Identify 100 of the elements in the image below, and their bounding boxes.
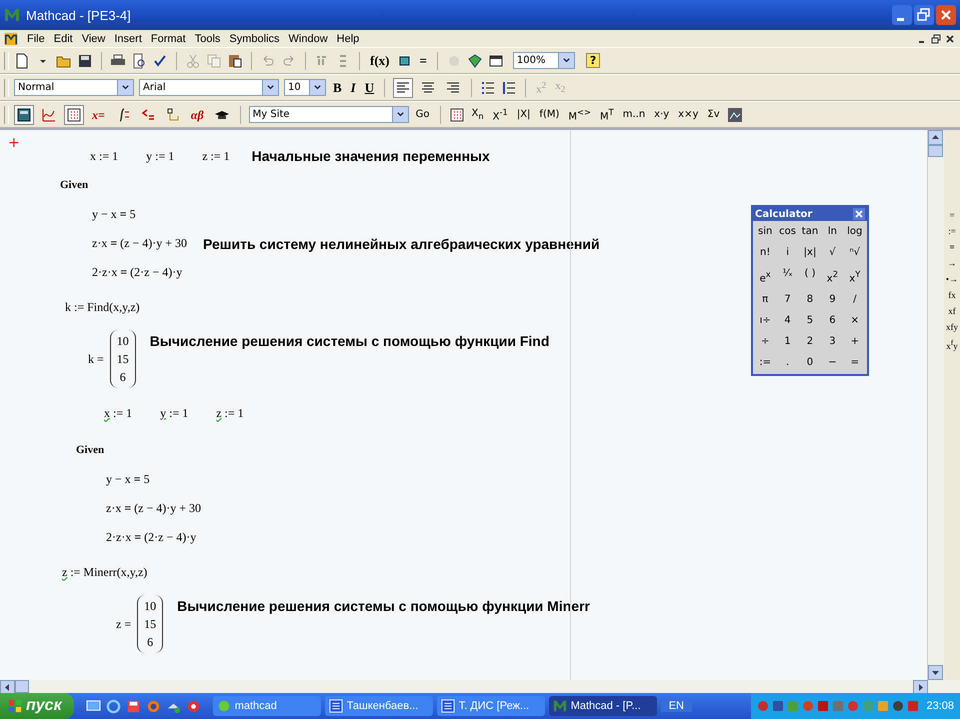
assignment[interactable]: x := 1 [104, 406, 132, 420]
close-button[interactable] [853, 208, 865, 220]
menu-item[interactable]: Format [150, 32, 186, 44]
tray-icon[interactable] [892, 700, 904, 712]
calculator-key[interactable]: n! [754, 245, 776, 261]
calculator-key[interactable]: ⁿ√ [844, 245, 866, 261]
document-logo-icon[interactable] [4, 32, 18, 46]
menu-item[interactable]: Window [288, 32, 328, 44]
matrix-icon[interactable] [448, 106, 465, 122]
given-keyword[interactable]: Given [76, 444, 104, 456]
calculator-key[interactable]: := [754, 355, 776, 372]
vertical-scrollbar[interactable] [927, 130, 944, 680]
calculator-key[interactable]: sin [754, 224, 776, 240]
browser-icon[interactable] [106, 698, 121, 714]
evaluation-button[interactable]: •→ [946, 274, 958, 284]
calculator-key[interactable]: 3 [821, 334, 844, 350]
evaluation-button[interactable]: xf [948, 306, 956, 316]
evaluation-button[interactable]: xfy [946, 322, 958, 332]
scroll-up-button[interactable] [928, 130, 943, 145]
go-button[interactable]: Go [414, 106, 432, 124]
solve-definition[interactable]: z := Minerr(x,y,z) [62, 564, 148, 580]
horizontal-scrollbar[interactable] [0, 680, 960, 693]
calculator-key[interactable]: 7 [776, 292, 799, 308]
close-document-icon[interactable] [944, 32, 956, 44]
comment-text[interactable]: Решить систему нелинейных алгебраических уравнений [203, 236, 600, 252]
matrix-toolbar-button[interactable]: x·y [652, 106, 672, 124]
calculator-key[interactable]: 6 [821, 313, 844, 330]
worksheet[interactable] [0, 130, 927, 680]
menu-item[interactable]: Symbolics [229, 32, 280, 44]
equation[interactable]: 2·z·x = (2·z − 4)·y [92, 265, 182, 280]
calculator-key[interactable]: 8 [798, 292, 822, 308]
menu-item[interactable]: Help [336, 32, 360, 44]
style-dropdown[interactable]: Normal [14, 79, 134, 96]
tray-icon[interactable] [772, 700, 784, 712]
calculator-key[interactable]: . [776, 355, 799, 372]
result-label[interactable]: z = [116, 616, 132, 632]
close-button[interactable] [936, 5, 956, 25]
calculator-key[interactable]: = [844, 355, 866, 372]
calculator-key[interactable]: − [821, 355, 844, 372]
window-icon[interactable] [488, 52, 504, 68]
calculator-key[interactable]: π [754, 292, 776, 308]
evaluation-button[interactable]: → [948, 258, 956, 268]
matrix-toolbar-button[interactable]: X$_{n}$ [470, 104, 486, 124]
calculator-key[interactable]: 9 [821, 292, 844, 308]
calculator-key[interactable]: cos [776, 224, 799, 240]
equation[interactable]: y − x = 5 [106, 472, 150, 487]
math-toolbar-button[interactable]: αβ [188, 104, 207, 124]
matrix-toolbar-button[interactable]: X$^{-1}$ [490, 102, 510, 126]
comment-text[interactable]: Вычисление решения системы с помощью функции Minerr [177, 598, 590, 614]
calculator-key[interactable]: 5 [798, 313, 822, 330]
calculator-key[interactable]: x$^{Y}$ [844, 266, 866, 288]
matrix-toolbar-button[interactable]: x×y [676, 106, 700, 124]
assignment[interactable]: z := 1 [216, 406, 244, 420]
calculator-key[interactable]: |x| [798, 245, 822, 261]
calculator-key[interactable]: tan [798, 224, 822, 240]
assignment[interactable]: y := 1 [160, 406, 188, 420]
start-button[interactable]: пуск [0, 693, 74, 719]
calculator-key[interactable]: ÷ [754, 334, 776, 350]
calculator-key[interactable]: × [844, 313, 866, 330]
calculator-key[interactable]: log [844, 224, 866, 240]
zoom-dropdown[interactable]: 100% [512, 52, 575, 69]
scroll-down-button[interactable] [928, 665, 943, 680]
dropdown-button[interactable] [309, 80, 325, 95]
result-matrix[interactable]: 10 15 6 [110, 330, 136, 388]
assignment[interactable]: y := 1 [146, 148, 174, 164]
dropdown-button[interactable] [392, 107, 408, 122]
numbered-list-icon[interactable] [501, 80, 518, 96]
matrix-toolbar-button[interactable]: M$^{T}$ [598, 102, 616, 126]
menu-item[interactable]: Insert [114, 32, 142, 44]
resource-dropdown[interactable]: My Site [248, 106, 409, 123]
evaluation-button[interactable]: := [948, 226, 956, 236]
dropdown-button[interactable] [117, 80, 133, 95]
assignment[interactable]: x := 1 [90, 148, 118, 164]
comment-text[interactable]: Начальные значения переменных [252, 148, 490, 164]
calculator-key[interactable]: √ [821, 245, 844, 261]
page-magnifier-icon[interactable] [131, 52, 147, 68]
dropdown-button[interactable] [558, 53, 574, 68]
given-keyword[interactable]: Given [60, 179, 88, 191]
component-icon[interactable] [466, 52, 483, 68]
taskbar-button[interactable]: Ташкенбаев... [324, 696, 433, 716]
clipboard-icon[interactable] [227, 52, 243, 68]
taskbar-button[interactable]: Т. ДИС [Реж... [436, 696, 545, 716]
restore-document-icon[interactable] [930, 32, 942, 44]
toolbar-button[interactable]: = [418, 52, 429, 70]
matrix-toolbar-button[interactable]: M$^{<>}$ [566, 102, 593, 126]
text-style-button[interactable]: B [331, 78, 344, 96]
font-size-dropdown[interactable]: 10 [284, 79, 326, 96]
math-toolbar-button[interactable]: x= [89, 104, 108, 124]
calculator-key[interactable]: ı÷ [754, 313, 776, 330]
toolbar-button[interactable]: f(x) [368, 52, 392, 70]
calculator-key[interactable]: ( ) [798, 266, 822, 288]
dropdown-button[interactable] [262, 80, 278, 95]
calculator-key[interactable]: x$^{2}$ [821, 266, 844, 288]
text-style-button[interactable]: I [348, 78, 358, 96]
calculator-key[interactable]: ¹⁄ₓ [776, 266, 799, 288]
text-style-button[interactable]: U [362, 78, 376, 96]
calculator-key[interactable]: + [844, 334, 866, 350]
scroll-left-button[interactable] [0, 680, 15, 695]
help-button[interactable]: ? [586, 53, 600, 68]
calculator-key[interactable]: ln [821, 224, 844, 240]
